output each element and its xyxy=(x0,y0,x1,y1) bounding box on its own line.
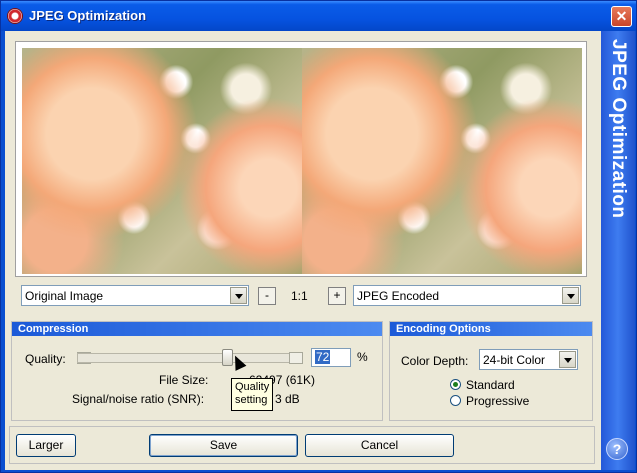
slider-right-arrow-icon[interactable] xyxy=(289,352,303,364)
side-banner: JPEG Optimization xyxy=(601,31,635,470)
help-icon[interactable]: ? xyxy=(606,438,628,460)
left-view-value: Original Image xyxy=(25,289,104,303)
standard-radio[interactable] xyxy=(450,379,461,390)
dialog-window: JPEG Optimization ✕ JPEG Optimization ? … xyxy=(0,0,637,473)
zoom-in-button[interactable]: + xyxy=(328,287,346,305)
quality-label: Quality: xyxy=(25,352,66,366)
cancel-button[interactable]: Cancel xyxy=(305,434,454,457)
file-size-label: File Size: xyxy=(159,373,209,387)
preview-frame xyxy=(15,41,587,277)
encoded-image-preview[interactable] xyxy=(302,48,582,274)
color-depth-select[interactable]: 24-bit Color xyxy=(479,349,578,370)
larger-button[interactable]: Larger xyxy=(16,434,76,457)
quality-tooltip: Quality setting xyxy=(231,378,273,411)
button-bar xyxy=(9,426,595,464)
app-logo-icon xyxy=(7,8,23,24)
progressive-radio-label[interactable]: Progressive xyxy=(466,394,529,408)
right-view-value: JPEG Encoded xyxy=(357,289,440,303)
color-depth-value: 24-bit Color xyxy=(483,353,546,367)
progressive-radio[interactable] xyxy=(450,395,461,406)
save-button[interactable]: Save xyxy=(149,434,298,457)
side-banner-title: JPEG Optimization xyxy=(608,39,629,219)
quality-input[interactable]: 72 xyxy=(311,348,351,367)
close-button[interactable]: ✕ xyxy=(611,6,632,27)
chevron-down-icon[interactable] xyxy=(562,287,579,304)
left-view-select[interactable]: Original Image xyxy=(21,285,249,306)
zoom-out-button[interactable]: - xyxy=(258,287,276,305)
zoom-level: 1:1 xyxy=(291,289,308,303)
right-view-select[interactable]: JPEG Encoded xyxy=(353,285,581,306)
quality-unit: % xyxy=(357,350,368,364)
close-icon: ✕ xyxy=(615,8,628,24)
color-depth-label: Color Depth: xyxy=(401,354,469,368)
chevron-down-icon[interactable] xyxy=(559,351,576,368)
standard-radio-label[interactable]: Standard xyxy=(466,378,515,392)
chevron-down-icon[interactable] xyxy=(230,287,247,304)
snr-value: 3 dB xyxy=(275,392,300,406)
snr-label: Signal/noise ratio (SNR): xyxy=(72,392,205,406)
quality-value: 72 xyxy=(315,350,331,364)
compression-header: Compression xyxy=(12,322,382,336)
quality-slider[interactable] xyxy=(77,353,303,363)
encoding-options-header: Encoding Options xyxy=(390,322,592,336)
original-image-preview[interactable] xyxy=(22,48,302,274)
compression-group: Compression xyxy=(11,321,383,421)
window-title: JPEG Optimization xyxy=(29,8,147,23)
title-bar[interactable]: JPEG Optimization ✕ xyxy=(1,1,636,31)
